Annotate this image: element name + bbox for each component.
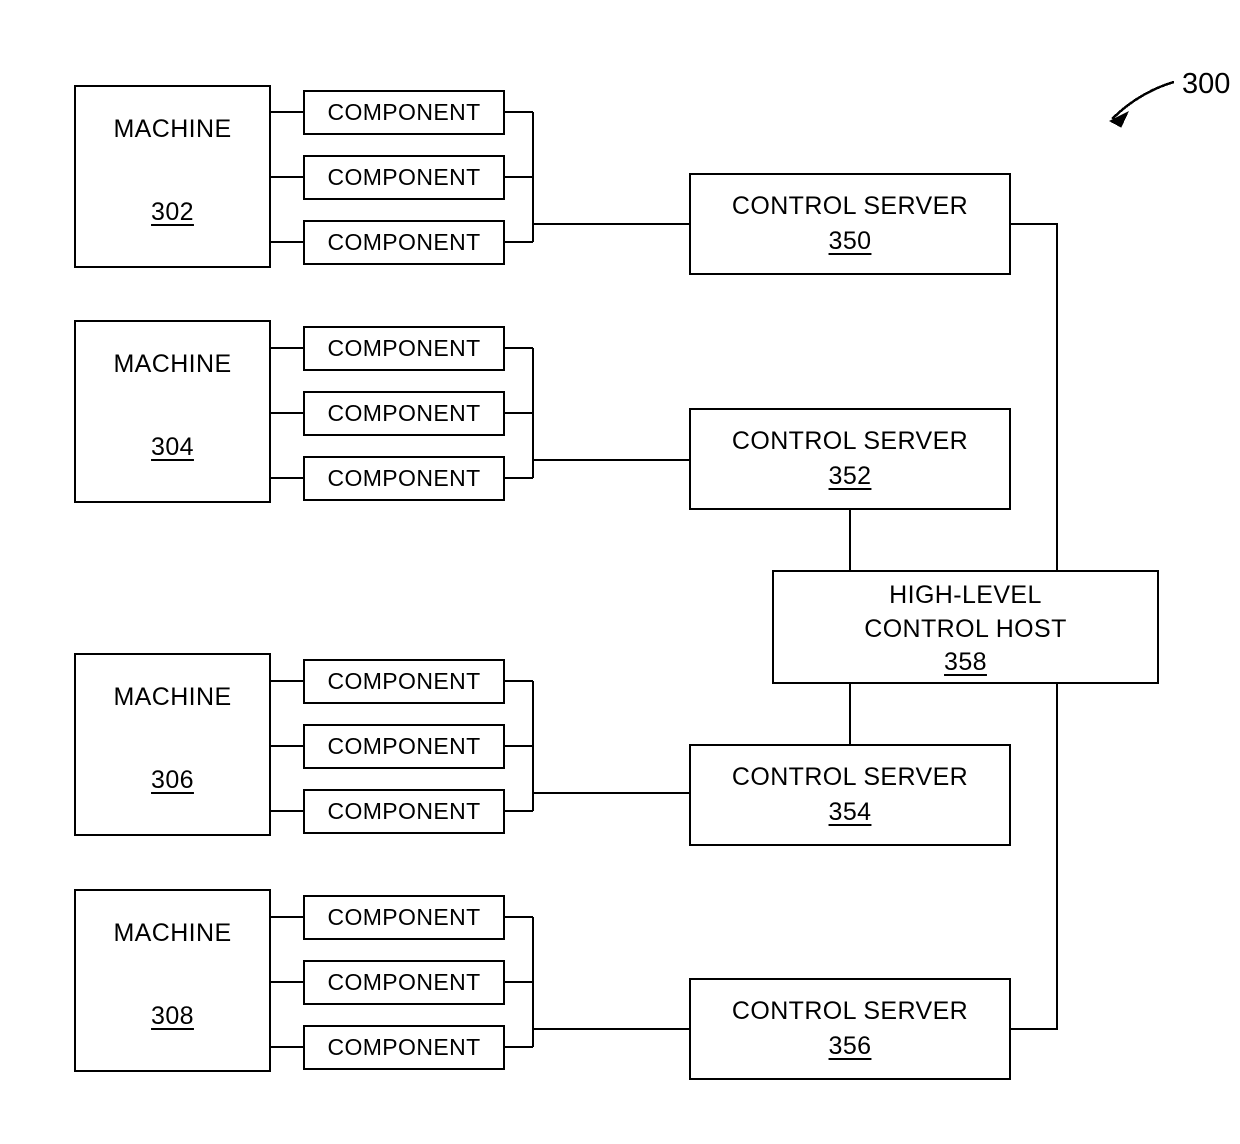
host-refnum: 358 [944,647,987,676]
high-level-control-host-block[interactable]: HIGH-LEVEL CONTROL HOST 358 [772,570,1159,684]
machine-title: MACHINE [113,919,232,947]
control-server-block-350[interactable]: CONTROL SERVER 350 [689,173,1011,275]
component-block-306-3[interactable]: COMPONENT [303,789,505,834]
component-title: COMPONENT [327,668,481,694]
component-block-302-1[interactable]: COMPONENT [303,90,505,135]
host-title-line-1: HIGH-LEVEL [889,580,1042,609]
component-block-308-1[interactable]: COMPONENT [303,895,505,940]
machine-title: MACHINE [113,350,232,378]
machine-block-308[interactable]: MACHINE 308 [74,889,271,1072]
component-title: COMPONENT [327,335,481,361]
component-title: COMPONENT [327,164,481,190]
wire-host-server-356 [1011,684,1058,1030]
component-block-302-3[interactable]: COMPONENT [303,220,505,265]
component-block-304-3[interactable]: COMPONENT [303,456,505,501]
wire-server-350-host [1011,223,1058,570]
machine-refnum: 302 [151,198,194,226]
machine-refnum: 304 [151,433,194,461]
component-block-304-2[interactable]: COMPONENT [303,391,505,436]
control-server-block-352[interactable]: CONTROL SERVER 352 [689,408,1011,510]
component-title: COMPONENT [327,465,481,491]
server-refnum: 350 [828,227,872,255]
server-title: CONTROL SERVER [731,997,969,1025]
figure-number-label: 300 [1182,68,1231,100]
component-block-306-2[interactable]: COMPONENT [303,724,505,769]
server-title: CONTROL SERVER [731,427,969,455]
server-refnum: 354 [828,798,872,826]
component-title: COMPONENT [327,1034,481,1060]
figure-leader-line [1111,80,1175,120]
component-block-308-3[interactable]: COMPONENT [303,1025,505,1070]
component-title: COMPONENT [327,99,481,125]
machine-refnum: 306 [151,766,194,794]
component-title: COMPONENT [327,798,481,824]
component-title: COMPONENT [327,969,481,995]
machine-block-306[interactable]: MACHINE 306 [74,653,271,836]
curved-arrow-icon [1108,110,1130,128]
component-block-306-1[interactable]: COMPONENT [303,659,505,704]
server-refnum: 356 [828,1032,872,1060]
server-title: CONTROL SERVER [731,763,969,791]
control-server-block-356[interactable]: CONTROL SERVER 356 [689,978,1011,1080]
machine-block-302[interactable]: MACHINE 302 [74,85,271,268]
machine-title: MACHINE [113,115,232,143]
control-server-block-354[interactable]: CONTROL SERVER 354 [689,744,1011,846]
server-title: CONTROL SERVER [731,192,969,220]
figure-canvas: MACHINE 302 COMPONENT COMPONENT COMPONEN… [0,0,1240,1144]
component-title: COMPONENT [327,229,481,255]
component-block-302-2[interactable]: COMPONENT [303,155,505,200]
server-refnum: 352 [828,462,872,490]
machine-block-304[interactable]: MACHINE 304 [74,320,271,503]
host-title-line-2: CONTROL HOST [864,614,1067,643]
component-block-304-1[interactable]: COMPONENT [303,326,505,371]
component-title: COMPONENT [327,400,481,426]
machine-refnum: 308 [151,1002,194,1030]
component-block-308-2[interactable]: COMPONENT [303,960,505,1005]
component-title: COMPONENT [327,904,481,930]
machine-title: MACHINE [113,683,232,711]
component-title: COMPONENT [327,733,481,759]
